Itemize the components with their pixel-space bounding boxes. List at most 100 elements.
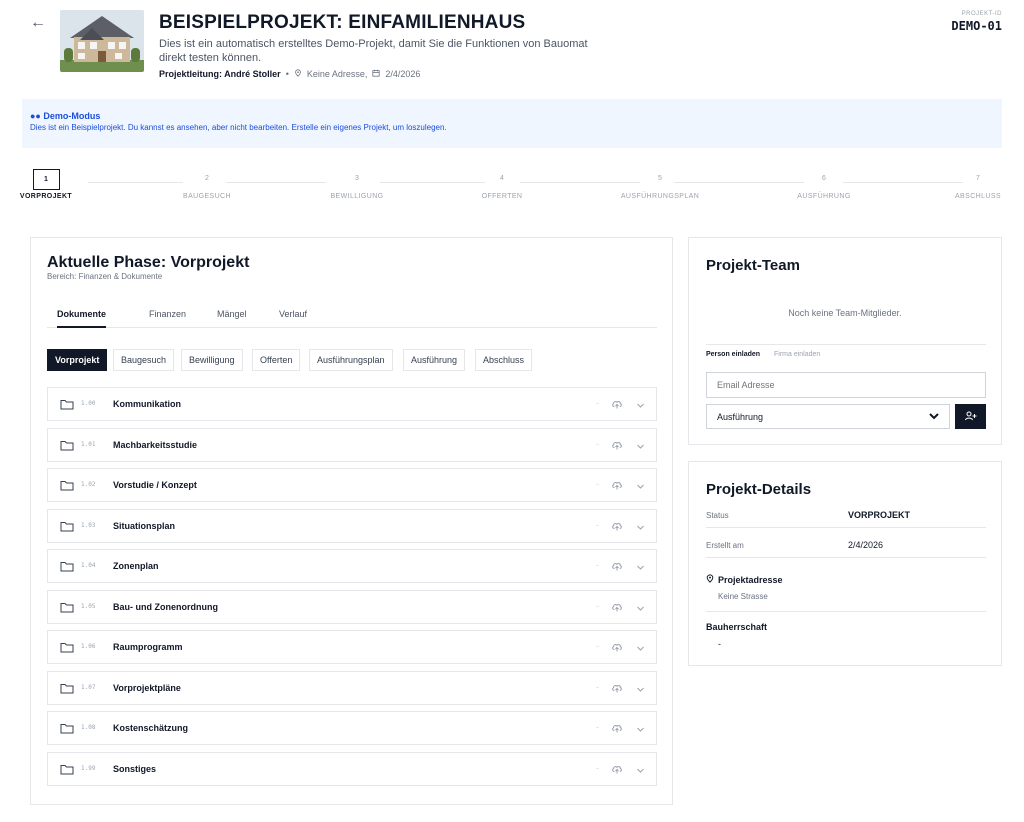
chevron-down-icon[interactable]	[636, 723, 645, 732]
meta-separator: •	[285, 69, 289, 79]
pill-ausfuehrungsplan[interactable]: Ausführungsplan	[309, 349, 393, 371]
address-heading: Projektadresse	[706, 574, 783, 585]
upload-cloud-icon[interactable]	[611, 682, 623, 694]
phase-title: Aktuelle Phase: Vorprojekt	[47, 254, 250, 271]
location-pin-icon	[706, 574, 714, 585]
folder-icon	[60, 521, 74, 532]
folder-icon	[60, 399, 74, 410]
step-baugesuch[interactable]: 2 BAUGESUCH	[172, 169, 242, 200]
divider	[706, 611, 986, 612]
pill-bewilligung[interactable]: Bewilligung	[181, 349, 243, 371]
phase-card: Aktuelle Phase: Vorprojekt Bereich: Fina…	[30, 237, 673, 805]
chevron-down-icon[interactable]	[636, 521, 645, 530]
folder-count: -	[596, 600, 599, 611]
folder-icon	[60, 480, 74, 491]
pill-abschluss[interactable]: Abschluss	[475, 349, 533, 371]
folder-count: -	[596, 438, 599, 449]
upload-cloud-icon[interactable]	[611, 722, 623, 734]
folder-count: -	[596, 479, 599, 489]
folder-code: 1.99	[81, 764, 96, 772]
project-id-value: DEMO-01	[951, 19, 1002, 33]
folder-icon	[60, 602, 74, 613]
folder-name: Machbarkeitsstudie	[113, 439, 198, 450]
project-address: Keine Adresse,	[306, 69, 368, 79]
folder-row[interactable]: 1.00 Kommunikation -	[47, 387, 657, 421]
folder-row[interactable]: 1.08 Kostenschätzung -	[47, 711, 657, 745]
status-value: VORPROJEKT	[848, 510, 911, 520]
email-field[interactable]	[706, 372, 986, 398]
folder-name: Sonstiges	[113, 763, 157, 774]
upload-cloud-icon[interactable]	[611, 641, 623, 653]
divider	[706, 344, 986, 345]
folder-name: Situationsplan	[113, 520, 176, 531]
folder-row[interactable]: 1.99 Sonstiges -	[47, 751, 657, 786]
project-header: BEISPIELPROJEKT: EINFAMILIENHAUS Dies is…	[159, 12, 659, 79]
chevron-down-icon[interactable]	[636, 399, 645, 408]
upload-cloud-icon[interactable]	[611, 520, 623, 532]
upload-cloud-icon[interactable]	[611, 601, 623, 613]
step-ausfuehrungsplan[interactable]: 5 AUSFÜHRUNGSPLAN	[610, 169, 710, 200]
step-offerten[interactable]: 4 OFFERTEN	[467, 169, 537, 200]
upload-cloud-icon[interactable]	[611, 398, 623, 410]
folder-code: 1.06	[81, 643, 96, 650]
upload-cloud-icon[interactable]	[611, 479, 623, 491]
folder-count: -	[596, 762, 599, 773]
project-thumbnail	[60, 10, 144, 72]
detail-row-status: Status VORPROJEKT	[706, 502, 986, 528]
pill-baugesuch[interactable]: Baugesuch	[113, 349, 175, 371]
tab-invite-person[interactable]: Person einladen	[706, 351, 760, 358]
folder-row[interactable]: 1.02 Vorstudie / Konzept -	[47, 468, 657, 502]
folder-name: Kommunikation	[113, 399, 182, 409]
folder-icon	[60, 642, 74, 653]
folder-code: 1.04	[81, 562, 96, 569]
back-arrow-icon[interactable]: ←	[30, 14, 46, 32]
folder-count: -	[596, 519, 599, 530]
pill-offerten[interactable]: Offerten	[252, 349, 301, 371]
step-abschluss[interactable]: 7 ABSCHLUSS	[943, 169, 1013, 200]
folder-icon	[60, 561, 74, 572]
step-bewilligung[interactable]: 3 BEWILLIGUNG	[317, 169, 397, 200]
folder-count: -	[596, 398, 599, 408]
upload-cloud-icon[interactable]	[611, 560, 623, 572]
folder-name: Vorstudie / Konzept	[113, 480, 197, 490]
pill-vorprojekt[interactable]: Vorprojekt	[47, 349, 108, 371]
details-title: Projekt-Details	[706, 481, 812, 498]
folder-code: 1.03	[81, 521, 96, 529]
chevron-down-icon[interactable]	[636, 440, 645, 449]
tab-invite-company[interactable]: Firma einladen	[774, 351, 820, 358]
chevron-down-icon[interactable]	[636, 561, 645, 570]
role-select[interactable]: Ausführung	[706, 404, 950, 429]
details-card: Projekt-Details Status VORPROJEKT Erstel…	[688, 461, 1002, 666]
phase-subtitle: Bereich: Finanzen & Dokumente	[47, 272, 163, 281]
project-title: BEISPIELPROJEKT: EINFAMILIENHAUS	[159, 12, 526, 33]
folder-row[interactable]: 1.07 Vorprojektpläne -	[47, 670, 657, 705]
chevron-down-icon[interactable]	[636, 683, 645, 692]
folder-name: Kostenschätzung	[113, 723, 189, 733]
folder-icon	[60, 723, 74, 734]
chevron-down-icon[interactable]	[636, 602, 645, 611]
step-ausfuehrung[interactable]: 6 AUSFÜHRUNG	[784, 169, 864, 200]
tab-verlauf[interactable]: Verlauf	[279, 309, 307, 319]
glasses-icon: ●●	[30, 111, 41, 121]
upload-cloud-icon[interactable]	[611, 763, 623, 775]
chevron-down-icon[interactable]	[636, 642, 645, 651]
chevron-down-icon[interactable]	[636, 764, 645, 773]
tab-finanzen[interactable]: Finanzen	[149, 309, 186, 319]
team-title: Projekt-Team	[706, 257, 800, 274]
folder-row[interactable]: 1.06 Raumprogramm -	[47, 630, 657, 664]
step-vorprojekt[interactable]: 1 VORPROJEKT	[11, 169, 81, 200]
folder-row[interactable]: 1.04 Zonenplan -	[47, 549, 657, 583]
tab-maengel[interactable]: Mängel	[217, 309, 247, 319]
pill-ausfuehrung[interactable]: Ausführung	[403, 349, 466, 371]
invite-button[interactable]	[955, 404, 986, 429]
folder-count: -	[596, 722, 599, 732]
project-id-box: PROJEKT-ID DEMO-01	[951, 11, 1002, 33]
tab-dokumente[interactable]: Dokumente	[57, 309, 107, 328]
project-meta: Projektleitung: André Stoller • Keine Ad…	[159, 69, 659, 79]
folder-row[interactable]: 1.05 Bau- und Zonenordnung -	[47, 589, 657, 624]
chevron-down-icon[interactable]	[636, 480, 645, 489]
upload-cloud-icon[interactable]	[611, 439, 623, 451]
folder-row[interactable]: 1.01 Machbarkeitsstudie -	[47, 427, 657, 462]
folder-row[interactable]: 1.03 Situationsplan -	[47, 508, 657, 543]
folder-count: -	[596, 560, 599, 570]
